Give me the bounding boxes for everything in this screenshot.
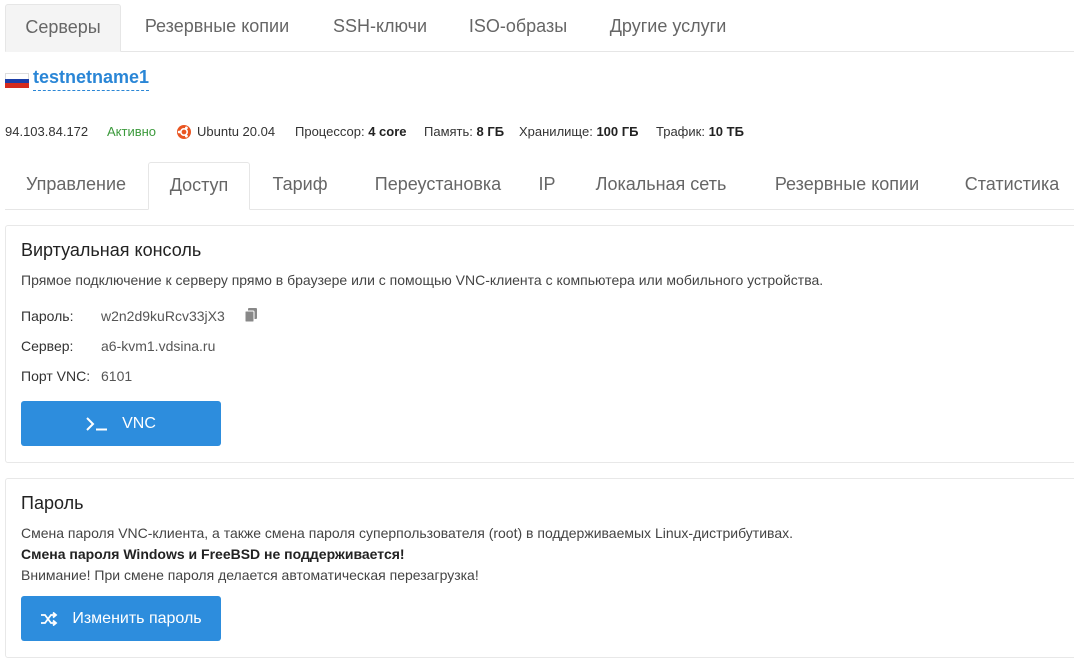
tab-local-network[interactable]: Локальная сеть <box>581 162 741 208</box>
tab-backups-sub[interactable]: Резервные копии <box>757 162 937 208</box>
traffic-info: Трафик: 10 ТБ <box>656 124 744 139</box>
password-card-line1: Смена пароля VNC-клиента, а также смена … <box>21 525 793 541</box>
ram-info: Память: 8 ГБ <box>424 124 505 139</box>
server-label: Сервер: <box>21 338 74 354</box>
tab-other-services[interactable]: Другие услуги <box>593 4 743 50</box>
status-badge: Активно <box>107 124 157 139</box>
top-tabs: Серверы Резервные копии SSH-ключи ISO-об… <box>5 4 1074 52</box>
password-card: Пароль Смена пароля VNC-клиента, а также… <box>5 478 1074 658</box>
vnc-button-label: VNC <box>122 414 156 432</box>
ubuntu-icon <box>177 125 191 139</box>
terminal-icon <box>86 416 108 431</box>
console-description: Прямое подключение к серверу прямо в бра… <box>21 272 824 288</box>
server-name-link[interactable]: testnetname1 <box>33 67 150 91</box>
tab-access[interactable]: Доступ <box>148 162 250 210</box>
tab-ip[interactable]: IP <box>523 162 571 208</box>
server-tabs: Управление Доступ Тариф Переустановка IP… <box>5 162 1074 210</box>
console-title: Виртуальная консоль <box>21 240 202 260</box>
tab-management[interactable]: Управление <box>5 162 147 208</box>
virtual-console-card: Виртуальная консоль Прямое подключение к… <box>5 225 1074 463</box>
tab-backups[interactable]: Резервные копии <box>127 4 307 50</box>
server-ip: 94.103.84.172 <box>5 124 89 139</box>
tab-tariff[interactable]: Тариф <box>255 162 345 208</box>
shuffle-icon <box>41 611 58 626</box>
russia-flag-icon <box>5 73 29 89</box>
password-card-title: Пароль <box>21 493 84 513</box>
tab-statistics[interactable]: Статистика <box>951 162 1073 208</box>
password-card-line3: Внимание! При смене пароля делается авто… <box>21 567 479 583</box>
storage-info: Хранилище: 100 ГБ <box>519 124 639 139</box>
cpu-info: Процессор: 4 core <box>295 124 407 139</box>
change-password-button[interactable]: Изменить пароль <box>21 596 221 641</box>
server-value: a6-kvm1.vdsina.ru <box>101 338 216 354</box>
tab-reinstall[interactable]: Переустановка <box>353 162 523 208</box>
password-label: Пароль: <box>21 308 74 324</box>
vnc-button[interactable]: VNC <box>21 401 221 446</box>
password-value: w2n2d9kuRcv33jX3 <box>101 308 225 324</box>
tab-iso-images[interactable]: ISO-образы <box>453 4 583 50</box>
copy-icon[interactable] <box>243 307 259 323</box>
tab-ssh-keys[interactable]: SSH-ключи <box>317 4 443 50</box>
port-value: 6101 <box>101 368 133 384</box>
password-card-warning: Смена пароля Windows и FreeBSD не поддер… <box>21 546 405 562</box>
port-label: Порт VNC: <box>21 368 91 384</box>
change-password-button-label: Изменить пароль <box>72 609 202 627</box>
tab-servers[interactable]: Серверы <box>5 4 121 52</box>
os-name: Ubuntu 20.04 <box>197 124 276 139</box>
